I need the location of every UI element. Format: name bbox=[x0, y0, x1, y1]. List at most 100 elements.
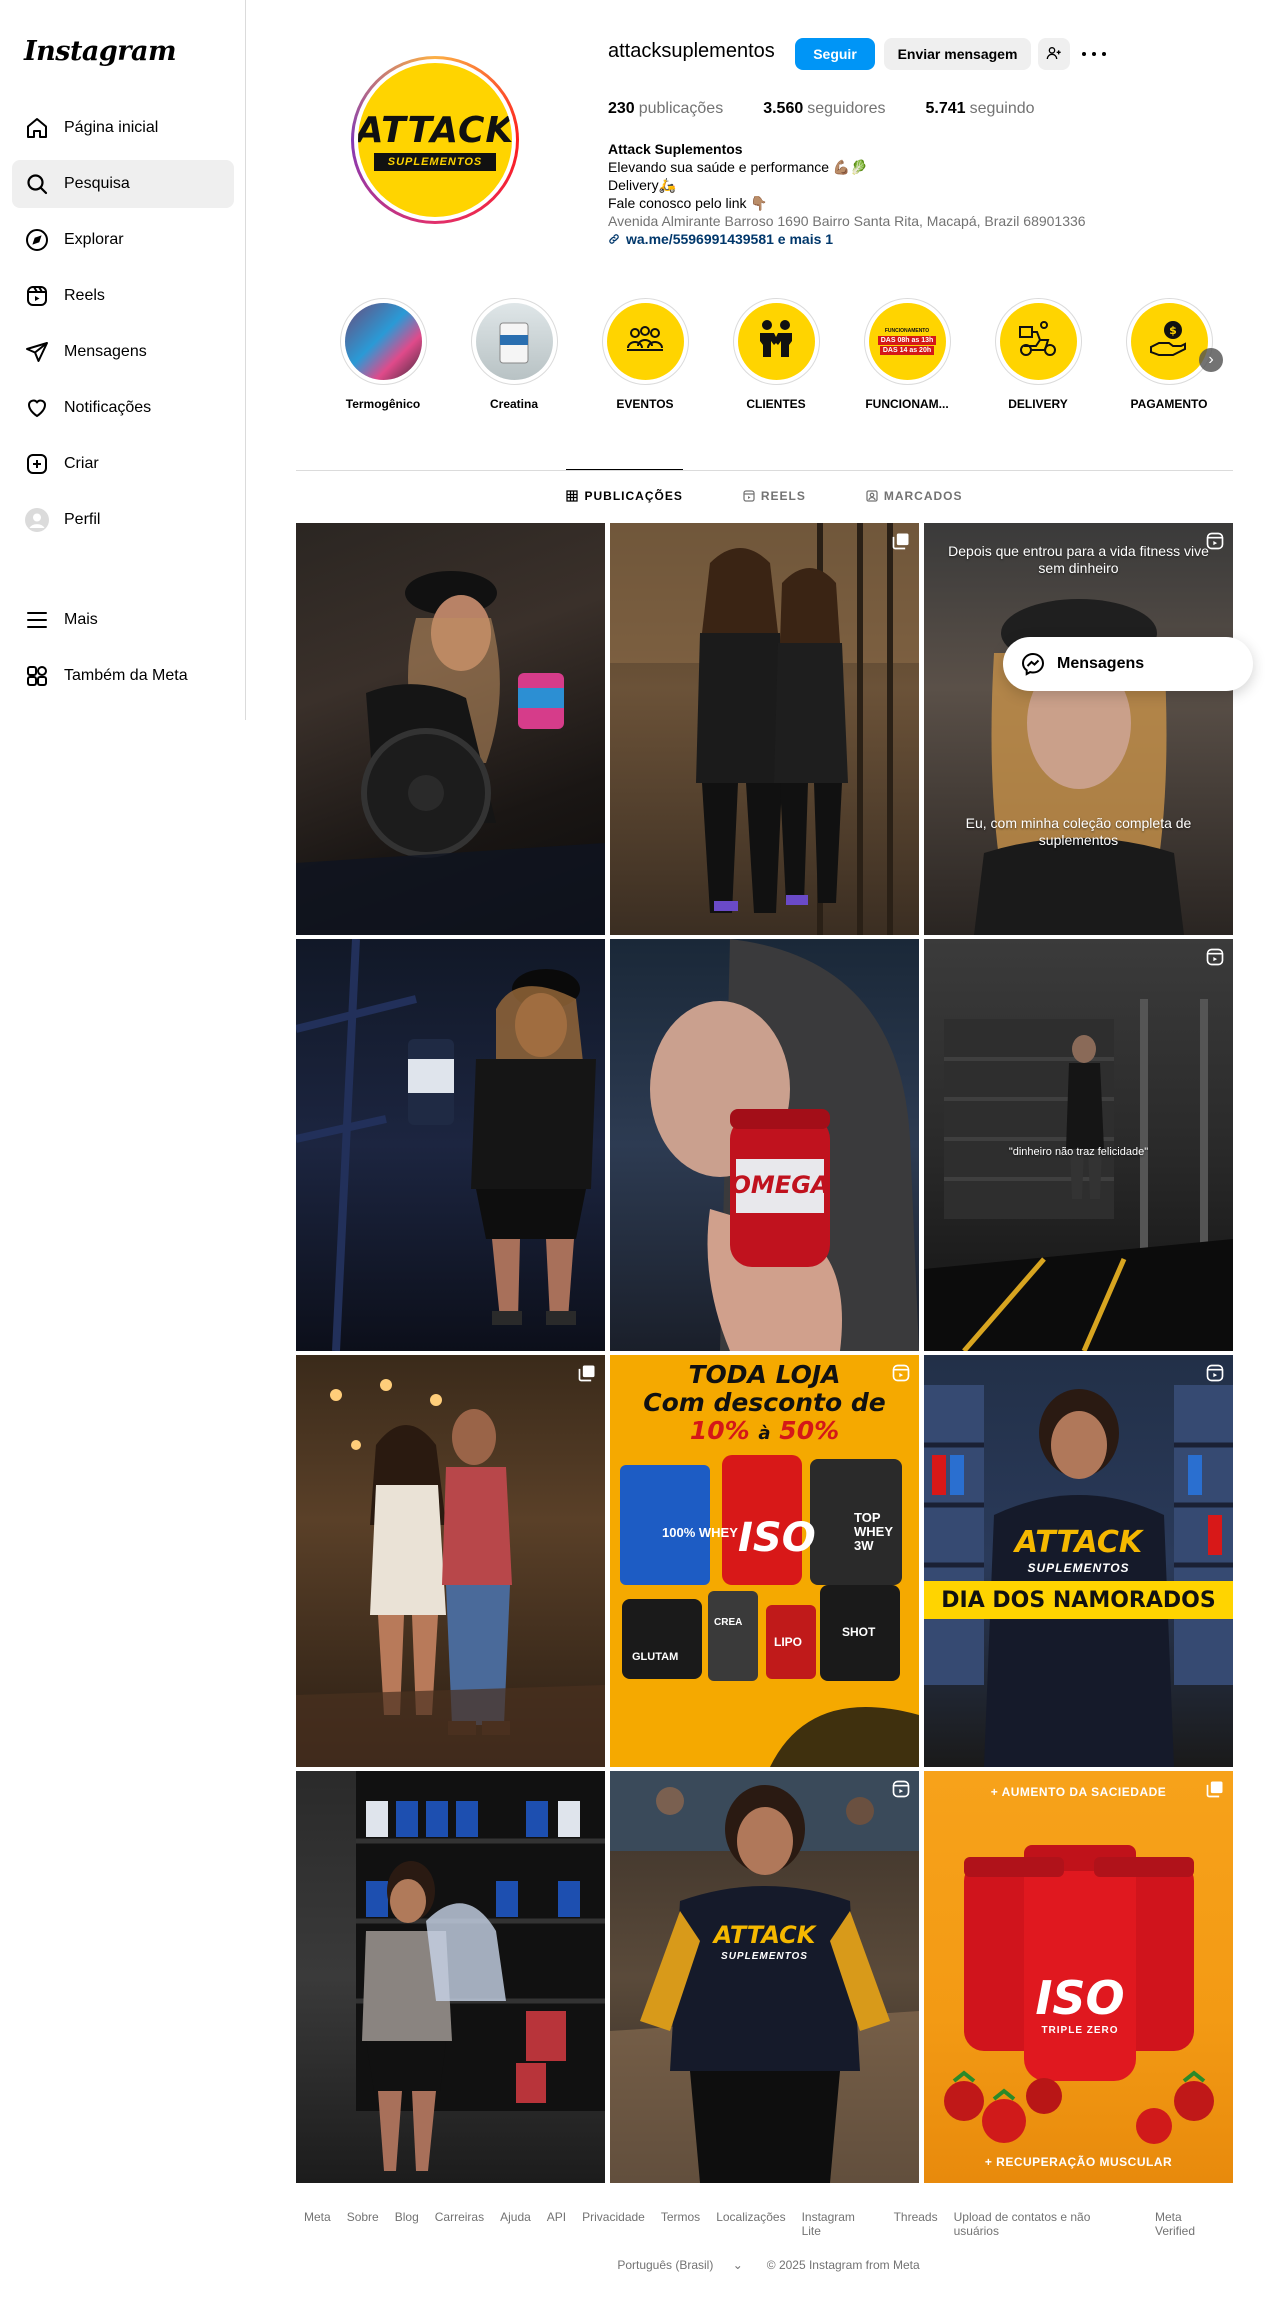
product-sublabel: TRIPLE ZERO bbox=[1041, 2025, 1119, 2036]
footer: Meta Sobre Blog Carreiras Ajuda API Priv… bbox=[296, 2210, 1233, 2272]
sidebar-item-label: Explorar bbox=[64, 231, 124, 248]
chevron-down-icon: ⌄ bbox=[732, 2258, 743, 2272]
post-3[interactable]: Depois que entrou para a vida fitness vi… bbox=[924, 523, 1233, 935]
highlight-delivery[interactable]: DELIVERY bbox=[988, 298, 1088, 411]
post-1-image bbox=[296, 571, 605, 935]
avatar-brand-subtext: SUPLEMENTOS bbox=[373, 152, 497, 171]
follow-button[interactable]: Seguir bbox=[795, 38, 875, 70]
tab-tagged[interactable]: MARCADOS bbox=[866, 470, 963, 522]
post-10[interactable] bbox=[296, 1771, 605, 2183]
footer-link[interactable]: Meta bbox=[304, 2210, 331, 2238]
sidebar-item-search[interactable]: Pesquisa bbox=[12, 160, 234, 208]
search-icon bbox=[24, 171, 50, 197]
highlights-next-button[interactable]: › bbox=[1199, 348, 1223, 372]
posts-grid: Depois que entrou para a vida fitness vi… bbox=[296, 523, 1233, 2183]
sidebar-item-notifications[interactable]: Notificações bbox=[12, 384, 234, 432]
instagram-logo[interactable]: Instagram bbox=[24, 36, 177, 67]
post-12-caption-top: + AUMENTO DA SACIEDADE bbox=[990, 1785, 1167, 1799]
home-icon bbox=[24, 115, 50, 141]
footer-link[interactable]: Meta Verified bbox=[1155, 2210, 1225, 2238]
sidebar-item-label: Notificações bbox=[64, 399, 152, 416]
post-10-image bbox=[356, 1771, 605, 2171]
sidebar-item-also-from-meta[interactable]: Também da Meta bbox=[12, 652, 234, 700]
delivery-icon bbox=[1016, 319, 1060, 364]
post-1[interactable] bbox=[296, 523, 605, 935]
sidebar: Instagram Página inicial Pesquisa Explor… bbox=[0, 0, 246, 720]
post-7-image bbox=[296, 1379, 605, 1767]
tab-reels[interactable]: REELS bbox=[743, 470, 806, 522]
add-user-icon bbox=[1046, 45, 1062, 64]
heart-icon bbox=[24, 395, 50, 421]
profile-display-name: Attack Suplementos bbox=[608, 141, 743, 157]
bio-address[interactable]: Avenida Almirante Barroso 1690 Bairro Sa… bbox=[608, 212, 1086, 230]
tab-posts[interactable]: PUBLICAÇÕES bbox=[566, 469, 683, 521]
followers-count[interactable]: 3.560 seguidores bbox=[763, 100, 885, 118]
footer-link[interactable]: Privacidade bbox=[582, 2210, 645, 2238]
post-6[interactable]: "dinheiro não traz felicidade" bbox=[924, 939, 1233, 1351]
post-2[interactable] bbox=[610, 523, 919, 935]
sidebar-item-explore[interactable]: Explorar bbox=[12, 216, 234, 264]
sidebar-item-label: Criar bbox=[64, 455, 99, 472]
reels-icon bbox=[743, 490, 755, 502]
carousel-icon bbox=[577, 1363, 597, 1383]
highlight-creatina[interactable]: Creatina bbox=[464, 298, 564, 411]
reel-icon bbox=[1205, 1363, 1225, 1383]
footer-link[interactable]: Sobre bbox=[347, 2210, 379, 2238]
post-4-image bbox=[296, 939, 596, 1351]
sidebar-item-home[interactable]: Página inicial bbox=[12, 104, 234, 152]
shirt-brand-subtext: SUPLEMENTOS bbox=[1027, 1561, 1130, 1575]
profile-avatar bbox=[24, 507, 50, 533]
footer-link[interactable]: Localizações bbox=[716, 2210, 785, 2238]
bio-link[interactable]: wa.me/5596991439581 e mais 1 bbox=[608, 230, 1086, 248]
footer-link[interactable]: Termos bbox=[661, 2210, 700, 2238]
footer-link[interactable]: Threads bbox=[894, 2210, 938, 2238]
post-11[interactable]: ATTACK SUPLEMENTOS bbox=[610, 1771, 919, 2183]
footer-link[interactable]: Upload de contatos e não usuários bbox=[954, 2210, 1139, 2238]
post-3-caption-top: Depois que entrou para a vida fitness vi… bbox=[948, 543, 1209, 576]
bio-line: Elevando sua saúde e performance 💪🏽🥬 bbox=[608, 159, 868, 175]
menu-icon bbox=[24, 607, 50, 633]
post-9[interactable]: ATTACK SUPLEMENTOS DIA DOS NAMORADOS bbox=[924, 1355, 1233, 1767]
following-count[interactable]: 5.741 seguindo bbox=[926, 100, 1035, 118]
post-12[interactable]: + AUMENTO DA SACIEDADE ISO TRIPLE ZERO +… bbox=[924, 1771, 1233, 2183]
language-selector[interactable]: Português (Brasil) ⌄ bbox=[609, 2258, 750, 2272]
footer-link[interactable]: Carreiras bbox=[435, 2210, 484, 2238]
carousel-icon bbox=[1205, 1779, 1225, 1799]
footer-link[interactable]: Ajuda bbox=[500, 2210, 531, 2238]
post-8[interactable]: TODA LOJA Com desconto de 10% à 50% 100%… bbox=[610, 1355, 919, 1767]
sidebar-item-profile[interactable]: Perfil bbox=[12, 496, 234, 544]
send-message-button[interactable]: Enviar mensagem bbox=[884, 38, 1031, 70]
reel-icon bbox=[1205, 947, 1225, 967]
handshake-icon bbox=[754, 317, 798, 366]
meta-apps-icon bbox=[24, 663, 50, 689]
sidebar-item-messages[interactable]: Mensagens bbox=[12, 328, 234, 376]
sidebar-item-reels[interactable]: Reels bbox=[12, 272, 234, 320]
sidebar-bottom: Mais Também da Meta bbox=[12, 596, 234, 708]
footer-link[interactable]: Instagram Lite bbox=[802, 2210, 878, 2238]
posts-count: 230 publicações bbox=[608, 100, 724, 117]
sidebar-item-more[interactable]: Mais bbox=[12, 596, 234, 644]
avatar-brand-text: ATTACK bbox=[358, 109, 512, 151]
profile-avatar-image: ATTACK SUPLEMENTOS bbox=[358, 63, 512, 217]
highlight-funcionamento[interactable]: FUNCIONAMENTO DAS 08h as 13h DAS 14 as 2… bbox=[857, 298, 957, 411]
product-thumb bbox=[475, 303, 553, 380]
sidebar-item-label: Página inicial bbox=[64, 119, 159, 136]
highlight-eventos[interactable]: EVENTOS bbox=[595, 298, 695, 411]
messages-popup[interactable]: Mensagens bbox=[1003, 637, 1253, 691]
messenger-icon bbox=[1021, 652, 1045, 676]
more-dots-icon bbox=[1082, 52, 1086, 56]
sidebar-item-create[interactable]: Criar bbox=[12, 440, 234, 488]
post-5[interactable]: OMEGA bbox=[610, 939, 919, 1351]
highlight-termogenico[interactable]: Termogênico bbox=[333, 298, 433, 411]
profile-avatar-ring[interactable]: ATTACK SUPLEMENTOS bbox=[351, 56, 519, 224]
highlight-clientes[interactable]: CLIENTES bbox=[726, 298, 826, 411]
post-7[interactable] bbox=[296, 1355, 605, 1767]
footer-link[interactable]: Blog bbox=[395, 2210, 419, 2238]
suggest-users-button[interactable] bbox=[1038, 38, 1070, 70]
footer-link[interactable]: API bbox=[547, 2210, 566, 2238]
post-4[interactable] bbox=[296, 939, 605, 1351]
profile-tabs: PUBLICAÇÕES REELS MARCADOS bbox=[296, 469, 1233, 522]
reels-icon bbox=[24, 283, 50, 309]
product-label: 100% WHEY bbox=[662, 1525, 738, 1540]
more-options-button[interactable] bbox=[1082, 44, 1106, 64]
